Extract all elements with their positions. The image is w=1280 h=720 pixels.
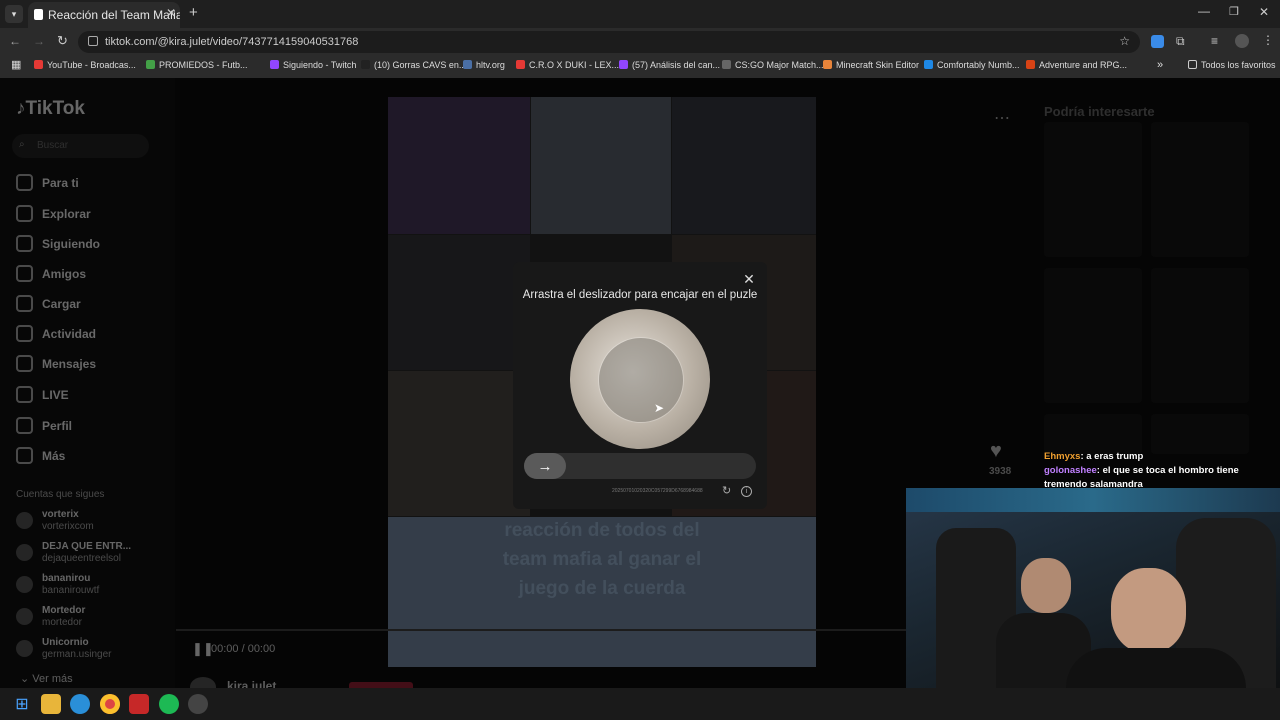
menu-kebab-icon[interactable]: ⋮: [1262, 33, 1274, 47]
site-info-icon[interactable]: [88, 36, 98, 46]
person-head: [1021, 558, 1071, 613]
url-field[interactable]: tiktok.com/@kira.julet/video/74377141590…: [78, 31, 1140, 53]
bookmark-label: (57) Análisis del can...: [632, 60, 721, 70]
bookmark-favicon-icon: [722, 60, 731, 69]
bookmark-label: Adventure and RPG...: [1039, 60, 1128, 70]
bookmark-item[interactable]: Comfortably Numb...: [924, 60, 1020, 70]
bookmark-favicon-icon: [619, 60, 628, 69]
bookmark-item[interactable]: (57) Análisis del can...: [619, 60, 720, 70]
captcha-close-icon[interactable]: ✕: [741, 271, 757, 287]
bookmark-item[interactable]: C.R.O X DUKI - LEX...: [516, 60, 619, 70]
bookmarks-bar: ▦ YouTube - Broadcas... PROMIEDOS - Futb.…: [0, 56, 1280, 78]
captcha-refresh-icon[interactable]: ↻: [722, 484, 731, 497]
person-head: [1111, 568, 1186, 653]
browser-tab[interactable]: Reacción del Team Mafia al Gan: [28, 2, 180, 28]
bookmark-item[interactable]: PROMIEDOS - Futb...: [146, 60, 248, 70]
bookmark-favicon-icon: [361, 60, 370, 69]
bookmark-label: (10) Gorras CAVS en...: [374, 60, 467, 70]
bookmark-label: PROMIEDOS - Futb...: [159, 60, 248, 70]
window-close-icon[interactable]: ✕: [1259, 5, 1269, 19]
captcha-title: Arrastra el deslizador para encajar en e…: [522, 289, 758, 301]
browser-tab-bar: ▾ Reacción del Team Mafia al Gan ✕ + — ❐…: [0, 0, 1280, 28]
bookmark-label: Minecraft Skin Editor: [836, 60, 920, 70]
webcam-overlay: [906, 488, 1280, 720]
bookmark-item[interactable]: CS:GO Major Match...: [722, 60, 824, 70]
tab-search-icon[interactable]: ▾: [5, 5, 23, 23]
chat-message: Ehmyxs: a eras trump: [1044, 450, 1280, 464]
shelf-lights: [906, 488, 1280, 512]
tab-close-icon[interactable]: ✕: [166, 6, 176, 20]
stream-chat: Ehmyxs: a eras trump golonashee: el que s…: [1040, 450, 1280, 492]
file-explorer-icon[interactable]: [41, 694, 61, 714]
captcha-info-icon[interactable]: i: [741, 486, 752, 497]
edge-icon[interactable]: [70, 694, 90, 714]
bookmark-label: YouTube - Broadcas...: [47, 60, 136, 70]
spotify-icon[interactable]: [159, 694, 179, 714]
puzzle-piece: [599, 338, 683, 422]
tiktok-favicon-icon: [34, 9, 43, 20]
bookmark-item[interactable]: Adventure and RPG...: [1026, 60, 1127, 70]
bookmark-favicon-icon: [823, 60, 832, 69]
extensions-puzzle-icon[interactable]: ⧉: [1176, 34, 1185, 49]
arrow-right-icon: →: [537, 457, 553, 475]
bookmark-favicon-icon: [34, 60, 43, 69]
profile-avatar[interactable]: [1235, 34, 1249, 48]
captcha-id: 20250701020320C057299D6768984688: [612, 488, 703, 494]
bookmark-star-icon[interactable]: ☆: [1119, 34, 1130, 48]
bookmark-item[interactable]: YouTube - Broadcas...: [34, 60, 136, 70]
bookmark-item[interactable]: hltv.org: [463, 60, 505, 70]
media-icon[interactable]: ≡: [1211, 34, 1218, 48]
windows-taskbar: ⊞: [0, 688, 1280, 720]
new-tab-icon[interactable]: +: [189, 4, 198, 21]
extension-icon[interactable]: [1151, 35, 1164, 48]
back-icon[interactable]: ←: [9, 34, 21, 48]
more-bookmarks-icon[interactable]: »: [1157, 59, 1163, 71]
bookmark-favicon-icon: [924, 60, 933, 69]
bookmark-favicon-icon: [146, 60, 155, 69]
reload-icon[interactable]: ↻: [57, 33, 68, 49]
minimize-icon[interactable]: —: [1198, 4, 1210, 18]
mouse-cursor-icon: ➤: [654, 401, 665, 415]
chat-username: golonashee: [1044, 465, 1097, 476]
bookmark-label: CS:GO Major Match...: [735, 60, 824, 70]
bookmark-favicon-icon: [270, 60, 279, 69]
bookmark-favicon-icon: [463, 60, 472, 69]
apps-grid-icon[interactable]: ▦: [11, 58, 21, 71]
chat-username: Ehmyxs: [1044, 451, 1081, 462]
address-toolbar: ← → ↻ tiktok.com/@kira.julet/video/74377…: [0, 28, 1280, 56]
all-bookmarks[interactable]: Todos los favoritos: [1188, 60, 1276, 70]
app-icon[interactable]: [129, 694, 149, 714]
forward-icon[interactable]: →: [33, 34, 45, 48]
tab-title: Reacción del Team Mafia al Gan: [48, 8, 180, 22]
url-text: tiktok.com/@kira.julet/video/74377141590…: [105, 36, 359, 48]
bookmark-item[interactable]: Minecraft Skin Editor: [823, 60, 919, 70]
chat-text: : a eras trump: [1080, 451, 1144, 462]
app-icon[interactable]: [188, 694, 208, 714]
all-bookmarks-label: Todos los favoritos: [1201, 60, 1276, 70]
maximize-icon[interactable]: ❐: [1229, 5, 1239, 18]
folder-icon: [1188, 60, 1197, 69]
bookmark-favicon-icon: [516, 60, 525, 69]
chrome-icon[interactable]: [100, 694, 120, 714]
bookmark-label: Siguiendo - Twitch: [283, 60, 357, 70]
bookmark-label: Comfortably Numb...: [937, 60, 1020, 70]
bookmark-favicon-icon: [1026, 60, 1035, 69]
bookmark-label: C.R.O X DUKI - LEX...: [529, 60, 620, 70]
windows-start-icon[interactable]: ⊞: [12, 694, 32, 714]
captcha-slider-handle[interactable]: →: [524, 453, 566, 479]
bookmark-item[interactable]: (10) Gorras CAVS en...: [361, 60, 466, 70]
puzzle-image: ➤: [570, 309, 710, 449]
bookmark-item[interactable]: Siguiendo - Twitch: [270, 60, 356, 70]
captcha-modal: ✕ Arrastra el deslizador para encajar en…: [513, 262, 767, 509]
bookmark-label: hltv.org: [476, 60, 505, 70]
